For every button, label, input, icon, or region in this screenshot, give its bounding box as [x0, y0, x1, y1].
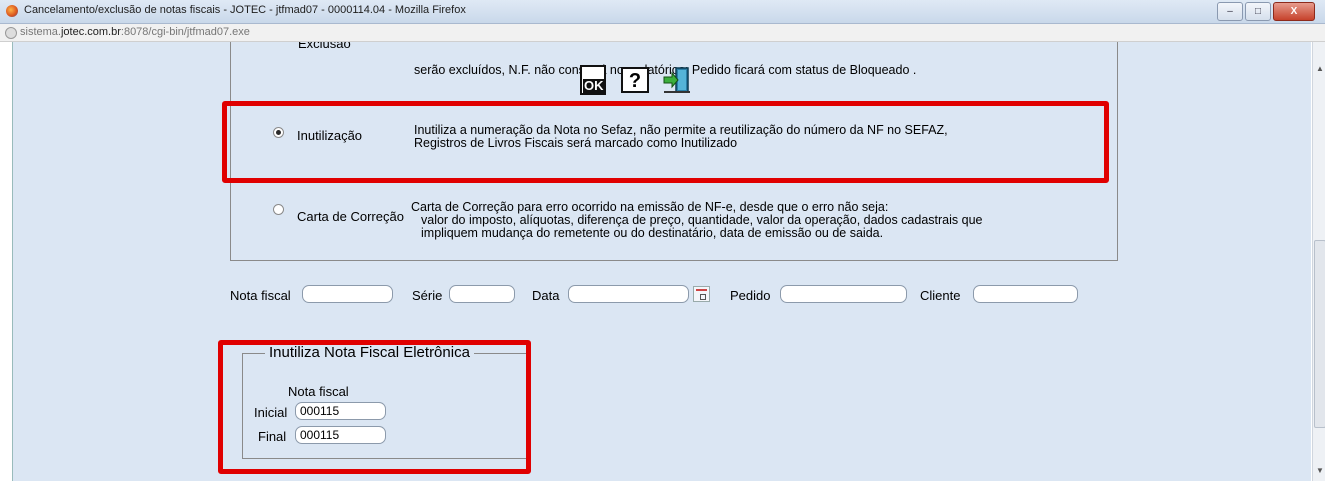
- nota-fiscal-label: Nota fiscal: [230, 288, 291, 303]
- vertical-scrollbar[interactable]: ▲ ▼: [1312, 42, 1325, 481]
- calendar-icon[interactable]: [693, 286, 710, 302]
- pedido-label: Pedido: [730, 288, 771, 303]
- scroll-down-icon[interactable]: ▼: [1316, 466, 1324, 475]
- ok-button[interactable]: OK: [578, 65, 608, 95]
- firefox-icon: [6, 5, 18, 17]
- exit-button[interactable]: [662, 65, 692, 95]
- url-bar[interactable]: sistema.jotec.com.br:8078/cgi-bin/jtfmad…: [0, 24, 1325, 42]
- option-carta-correcao-label[interactable]: Carta de Correção: [297, 209, 404, 224]
- scrollbar-thumb[interactable]: [1314, 240, 1325, 428]
- cliente-label: Cliente: [920, 288, 961, 303]
- data-input[interactable]: [568, 285, 689, 303]
- pedido-input[interactable]: [780, 285, 907, 303]
- cliente-input[interactable]: [973, 285, 1078, 303]
- option-carta-desc-line3: impliquem mudança do remetente ou do des…: [421, 226, 884, 240]
- maximize-button[interactable]: □: [1245, 2, 1271, 21]
- url-prefix: sistema.: [20, 26, 61, 38]
- data-label: Data: [532, 288, 560, 303]
- nota-fiscal-input[interactable]: [302, 285, 393, 303]
- url-path: :8078/cgi-bin/jtfmad07.exe: [120, 26, 250, 38]
- highlight-inutilizacao: [222, 101, 1109, 183]
- ok-document-icon: OK: [580, 65, 606, 95]
- highlight-inutiliza-fieldset: [218, 340, 531, 474]
- window-title: Cancelamento/exclusão de notas fiscais -…: [24, 4, 466, 16]
- url-domain: jotec.com.br: [60, 26, 121, 38]
- serie-input[interactable]: [449, 285, 515, 303]
- action-toolbar: OK ?: [578, 65, 692, 97]
- close-button[interactable]: X: [1273, 2, 1315, 21]
- globe-icon: [5, 27, 17, 39]
- option-carta-correcao: Carta de Correção Carta de Correção para…: [231, 197, 1117, 247]
- window-controls: – □ X: [1217, 2, 1315, 21]
- help-button[interactable]: ?: [620, 65, 650, 95]
- exit-door-icon: [663, 67, 690, 93]
- url-text[interactable]: sistema.jotec.com.br:8078/cgi-bin/jtfmad…: [20, 26, 250, 38]
- window-titlebar: Cancelamento/exclusão de notas fiscais -…: [0, 0, 1325, 24]
- filter-row: Nota fiscal Série Data Pedido Cliente: [230, 285, 1110, 307]
- page-content: Exclusão serão excluídos, N.F. não const…: [12, 42, 1311, 481]
- minimize-button[interactable]: –: [1217, 2, 1243, 21]
- serie-label: Série: [412, 288, 443, 303]
- ok-label: OK: [583, 78, 605, 93]
- scroll-up-icon[interactable]: ▲: [1316, 64, 1324, 73]
- option-exclusao-label[interactable]: Exclusão: [298, 42, 351, 51]
- radio-carta-correcao[interactable]: [273, 204, 284, 215]
- help-icon: ?: [621, 67, 649, 93]
